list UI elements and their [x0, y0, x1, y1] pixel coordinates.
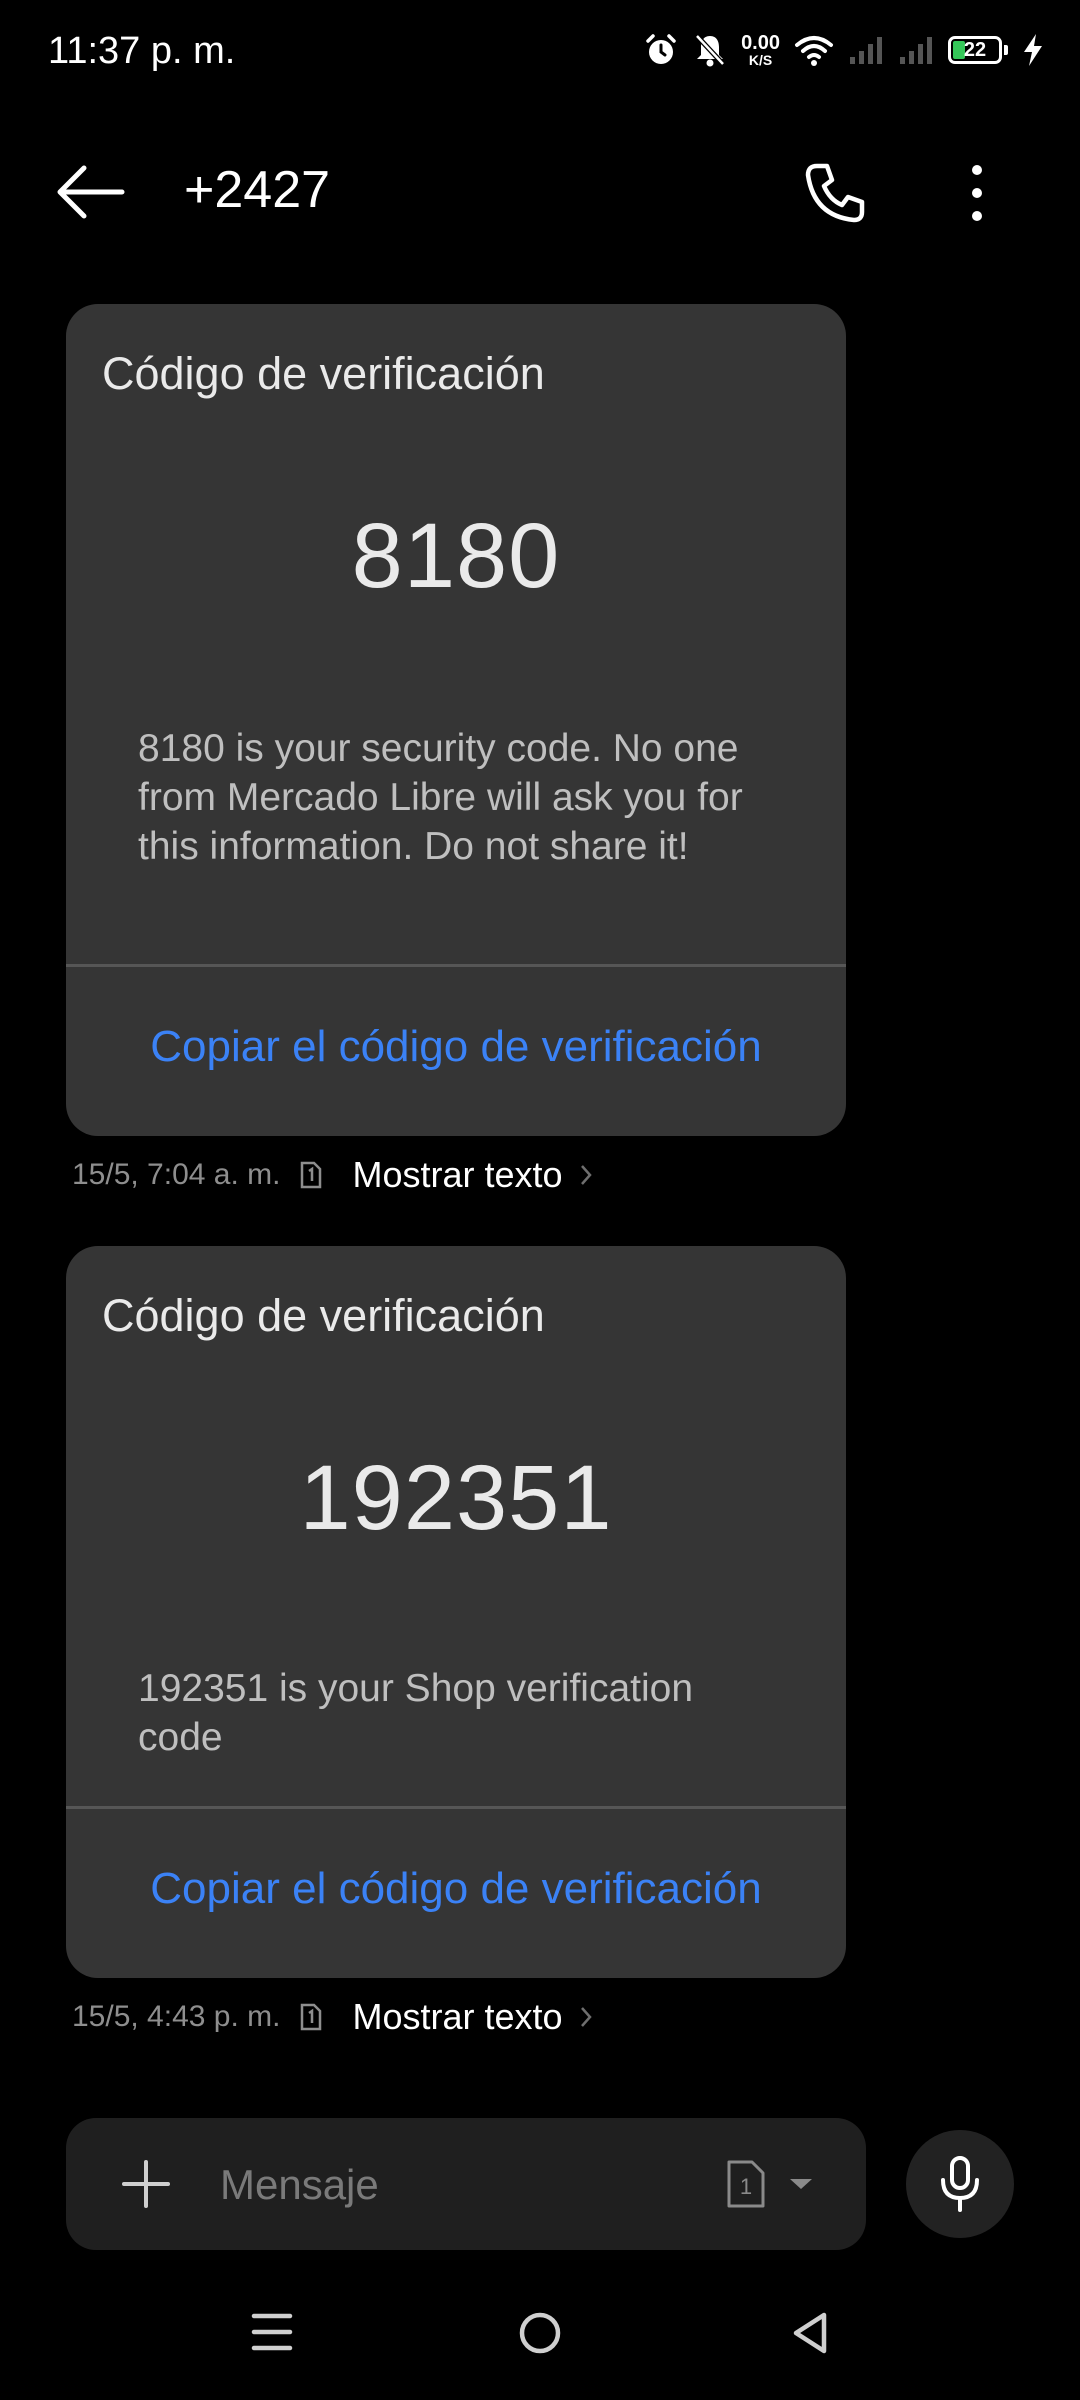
show-text-link[interactable]: Mostrar texto	[352, 1996, 562, 2038]
back-triangle-icon	[793, 2312, 827, 2354]
alarm-icon	[646, 34, 676, 64]
caret-down-icon	[790, 2179, 812, 2189]
wifi-icon	[795, 36, 833, 66]
copy-code-button[interactable]: Copiar el código de verificación	[66, 1864, 846, 1914]
back-arrow-icon	[57, 165, 125, 219]
battery-level: 22	[963, 38, 987, 61]
sim-number: 1	[740, 2174, 752, 2199]
sim-icon	[301, 2003, 322, 2031]
plus-icon	[122, 2160, 170, 2208]
speed-unit: K/S	[748, 52, 773, 68]
chevron-right-icon	[580, 1165, 592, 1185]
more-vertical-icon	[972, 165, 982, 221]
charging-icon	[1024, 34, 1042, 66]
verification-card: Código de verificación 192351 192351 is …	[66, 1246, 846, 1978]
message-time: 15/5, 4:43 p. m.	[72, 2000, 281, 2033]
card-title: Código de verificación	[102, 1290, 545, 1341]
show-text-link[interactable]: Mostrar texto	[352, 1154, 562, 1196]
verification-card: Código de verificación 8180 8180 is your…	[66, 304, 846, 1136]
speed-value: 0.00	[741, 32, 780, 54]
contact-title: +2427	[184, 161, 331, 219]
home-circle-icon	[519, 2312, 561, 2354]
signal-icon	[850, 37, 882, 64]
message-body: 8180 is your security code. No one from …	[138, 727, 743, 868]
verification-code: 192351	[299, 1447, 613, 1549]
signal-icon	[900, 37, 932, 64]
verification-code: 8180	[351, 505, 561, 607]
sim-card-icon: 1	[727, 2160, 765, 2208]
menu-icon	[251, 2313, 293, 2351]
battery-icon: 22	[948, 36, 1008, 64]
back-button[interactable]	[50, 160, 134, 224]
status-time: 11:37 p. m.	[48, 30, 236, 72]
card-divider	[66, 1806, 846, 1809]
chevron-right-icon	[580, 2007, 592, 2027]
nav-recents-button[interactable]	[250, 2310, 294, 2354]
sim-icon	[301, 1161, 322, 1189]
status-icons: 0.00 K/S 22	[643, 32, 1044, 68]
message-input[interactable]	[218, 2146, 722, 2224]
compose-bar: 1	[66, 2118, 866, 2250]
microphone-icon	[941, 2156, 979, 2212]
message-meta: 15/5, 7:04 a. m. Mostrar texto	[72, 1154, 593, 1196]
phone-icon	[805, 163, 865, 223]
card-divider	[66, 964, 846, 967]
message-meta: 15/5, 4:43 p. m. Mostrar texto	[72, 1996, 593, 2038]
sim-selector[interactable]: 1	[726, 2148, 846, 2220]
voice-input-button[interactable]	[906, 2130, 1014, 2238]
nav-back-button[interactable]	[788, 2310, 832, 2356]
message-time: 15/5, 7:04 a. m.	[72, 1158, 281, 1191]
network-speed: 0.00 K/S	[741, 33, 780, 67]
more-options-button[interactable]	[955, 158, 999, 228]
message-body: 192351 is your Shop verification code	[138, 1667, 694, 1759]
copy-code-button[interactable]: Copiar el código de verificación	[66, 1022, 846, 1072]
bell-off-icon	[695, 34, 725, 67]
call-button[interactable]	[800, 158, 870, 228]
card-title: Código de verificación	[102, 348, 545, 399]
nav-home-button[interactable]	[518, 2311, 562, 2355]
attach-button[interactable]	[116, 2154, 176, 2214]
